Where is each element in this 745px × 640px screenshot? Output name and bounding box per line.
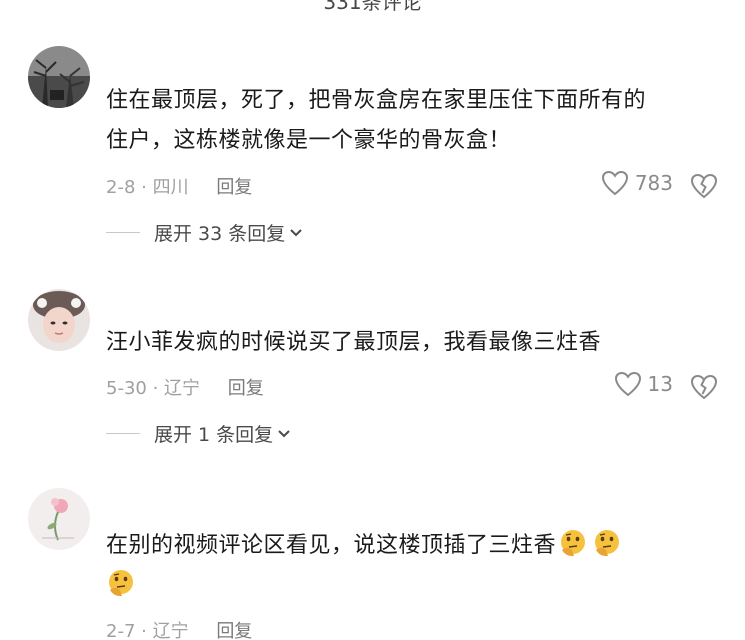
dislike-button[interactable] [689, 171, 719, 201]
comment-text-line [106, 566, 726, 606]
dislike-button[interactable] [689, 372, 719, 402]
comment-text: 住在最顶层，死了，把骨灰盒房在家里压住下面所有的 住户，这栋楼就像是一个豪华的骨… [106, 81, 726, 161]
comment-meta: 2-8 · 四川 回复 [106, 173, 252, 199]
comment-text-line: 汪小菲发疯的时候说买了最顶层，我看最像三炷香 [106, 330, 602, 355]
expand-replies-label: 展开 33 条回复 [154, 223, 286, 245]
reply-button[interactable]: 回复 [216, 177, 252, 198]
comment-date-location: 2-7 · 辽宁 [106, 621, 189, 640]
like-count: 13 [647, 372, 673, 396]
divider-line [106, 232, 140, 233]
like-button[interactable]: 783 [601, 170, 673, 196]
expand-replies-button[interactable]: 展开 33 条回复 [106, 219, 303, 246]
comment-text-line: 在别的视频评论区看见，说这楼顶插了三炷香 [106, 526, 726, 566]
broken-heart-icon [690, 173, 718, 199]
expand-replies-label: 展开 1 条回复 [154, 424, 274, 446]
thinking-face-icon [558, 528, 588, 558]
heart-outline-icon [614, 371, 641, 397]
thinking-face-icon [592, 528, 622, 558]
avatar[interactable] [28, 46, 90, 108]
comment-date-location: 5-30 · 辽宁 [106, 378, 201, 399]
broken-heart-icon [690, 374, 718, 400]
reply-button[interactable]: 回复 [216, 621, 252, 640]
comment-text-content: 在别的视频评论区看见，说这楼顶插了三炷香 [106, 533, 557, 558]
chevron-down-icon [290, 228, 302, 236]
comment-text-line: 住户，这栋楼就像是一个豪华的骨灰盒！ [106, 128, 512, 153]
avatar[interactable] [28, 289, 90, 351]
comment-text-line: 住在最顶层，死了，把骨灰盒房在家里压住下面所有的 [106, 88, 647, 113]
comment-meta: 5-30 · 辽宁 回复 [106, 374, 264, 400]
avatar[interactable] [28, 488, 90, 550]
chevron-down-icon [278, 429, 290, 437]
comment-date-location: 2-8 · 四川 [106, 177, 189, 198]
thinking-face-icon [106, 568, 136, 598]
comments-header-title: 331条评论 [323, 0, 422, 14]
like-button[interactable]: 13 [614, 371, 673, 397]
expand-replies-button[interactable]: 展开 1 条回复 [106, 420, 291, 447]
divider-line [106, 433, 140, 434]
like-count: 783 [634, 171, 673, 195]
reply-button[interactable]: 回复 [228, 378, 264, 399]
comment-text: 在别的视频评论区看见，说这楼顶插了三炷香 [106, 526, 726, 606]
comments-screen: 331条评论 住在最顶层，死了，把骨灰盒房在家里压住下面所有的 住户，这栋楼就像… [0, 0, 745, 640]
comment-meta: 2-7 · 辽宁 回复 [106, 617, 252, 640]
heart-outline-icon [601, 170, 628, 196]
comment-text: 汪小菲发疯的时候说买了最顶层，我看最像三炷香 [106, 323, 726, 363]
